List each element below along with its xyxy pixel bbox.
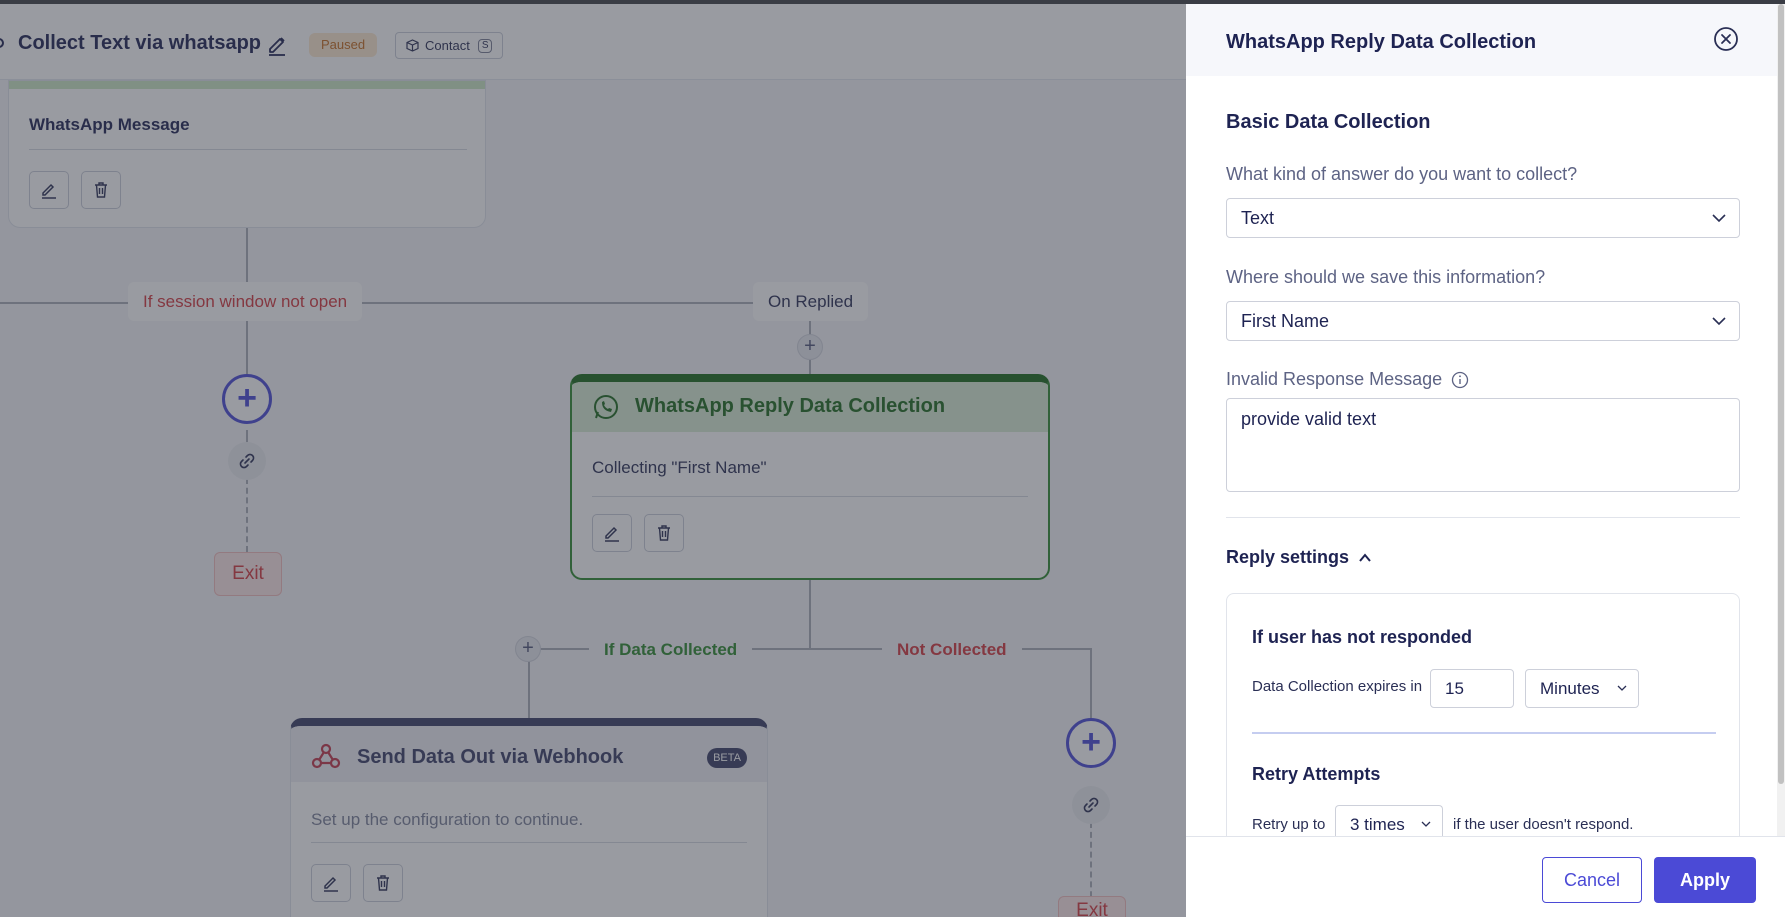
chevron-up-icon [1359,552,1371,562]
panel-title: WhatsApp Reply Data Collection [1226,31,1537,53]
panel-scrollbar-thumb[interactable] [1778,4,1784,784]
expires-label: Data Collection expires in [1252,678,1423,695]
section-title: Basic Data Collection [1226,111,1431,133]
workflow-canvas[interactable]: Collect Text via whatsapp Paused Contact… [0,0,1186,917]
info-icon[interactable] [1451,371,1469,389]
apply-button[interactable]: Apply [1654,857,1756,903]
save-field-label: Where should we save this information? [1226,267,1546,287]
cancel-button[interactable]: Cancel [1542,857,1642,903]
reply-settings-box: If user has not responded Data Collectio… [1226,593,1740,853]
answer-type-label: What kind of answer do you want to colle… [1226,164,1578,184]
panel-header: WhatsApp Reply Data Collection [1186,4,1785,76]
close-icon[interactable] [1712,25,1740,53]
save-field-select[interactable]: First Name [1226,301,1740,341]
expires-unit-select[interactable]: Minutes [1525,669,1639,708]
reply-settings-label: Reply settings [1226,547,1350,567]
invalid-message-label-row: Invalid Response Message [1226,369,1469,390]
panel-footer: Cancel Apply [1186,836,1785,917]
retry-count-value: 3 times [1350,815,1405,834]
answer-type-select[interactable]: Text [1226,198,1740,238]
no-response-heading: If user has not responded [1252,627,1473,647]
settings-divider [1252,732,1716,734]
reply-settings-toggle[interactable]: Reply settings [1226,547,1373,568]
chevron-down-icon [1421,821,1431,827]
section-divider [1226,517,1740,518]
retry-heading: Retry Attempts [1252,764,1381,784]
invalid-message-textarea[interactable]: provide valid text [1226,398,1740,492]
retry-suffix: if the user doesn't respond. [1453,816,1634,833]
modal-backdrop[interactable] [0,0,1186,917]
expires-unit-value: Minutes [1540,679,1600,698]
chevron-down-icon [1712,317,1726,326]
expires-value-input[interactable]: 15 [1430,669,1514,708]
retry-prefix: Retry up to [1252,816,1326,833]
chevron-down-icon [1712,214,1726,223]
save-field-value: First Name [1241,311,1330,331]
window-top-strip [0,0,1785,4]
settings-panel: WhatsApp Reply Data Collection Basic Dat… [1186,4,1785,917]
chevron-down-icon [1617,685,1627,691]
answer-type-value: Text [1241,208,1275,228]
invalid-message-label: Invalid Response Message [1226,369,1443,389]
